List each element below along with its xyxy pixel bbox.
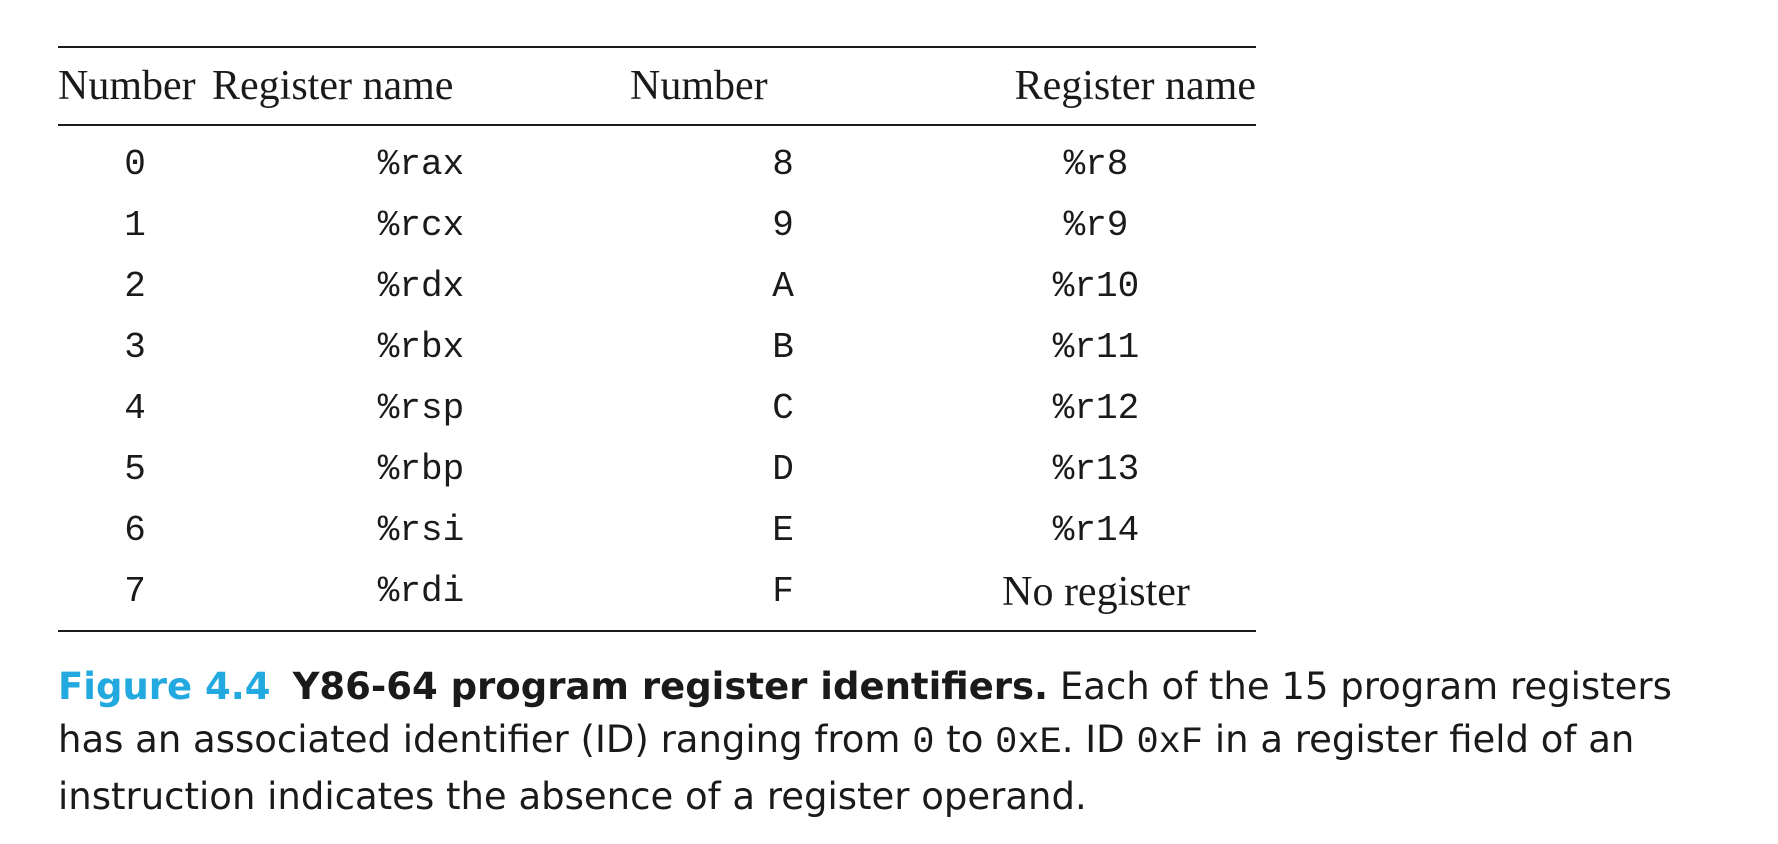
cell-register: %r12 bbox=[1052, 388, 1140, 429]
cell-register: %r14 bbox=[1052, 510, 1140, 551]
cell-register: %r10 bbox=[1052, 266, 1140, 307]
cell-number: F bbox=[772, 571, 794, 612]
table-row: 7 %rdi F No register bbox=[58, 561, 1256, 631]
caption-code: 0 bbox=[912, 722, 935, 764]
figure-title: Y86-64 program register identifiers. bbox=[292, 665, 1049, 708]
table-row: 4 %rsp C %r12 bbox=[58, 378, 1256, 439]
table-row: 6 %rsi E %r14 bbox=[58, 500, 1256, 561]
cell-number: 5 bbox=[124, 449, 146, 490]
header-register-name-right: Register name bbox=[1014, 63, 1256, 109]
cell-number: E bbox=[772, 510, 794, 551]
cell-number: 6 bbox=[124, 510, 146, 551]
figure-label: Figure 4.4 bbox=[58, 665, 271, 708]
header-number-left: Number bbox=[58, 63, 196, 109]
table-header: Number Register name Number Register nam… bbox=[58, 47, 1256, 125]
cell-number: 8 bbox=[772, 144, 794, 185]
cell-number: C bbox=[772, 388, 794, 429]
cell-number: 0 bbox=[124, 144, 146, 185]
register-table: Number Register name Number Register nam… bbox=[58, 46, 1256, 632]
table-row: 2 %rdx A %r10 bbox=[58, 256, 1256, 317]
cell-number: 7 bbox=[124, 571, 146, 612]
table-header-row: Number Register name Number Register nam… bbox=[58, 47, 1256, 125]
cell-register: %rsp bbox=[377, 388, 465, 429]
cell-register: %rsi bbox=[377, 510, 465, 551]
cell-number: 3 bbox=[124, 327, 146, 368]
cell-register: %r8 bbox=[1063, 144, 1129, 185]
table-row: 5 %rbp D %r13 bbox=[58, 439, 1256, 500]
cell-register: %rbp bbox=[377, 449, 465, 490]
cell-register: %rdi bbox=[377, 571, 465, 612]
register-table-container: Number Register name Number Register nam… bbox=[58, 46, 1256, 632]
cell-register: %r9 bbox=[1063, 205, 1129, 246]
cell-register: %rbx bbox=[377, 327, 465, 368]
cell-number: D bbox=[772, 449, 794, 490]
caption-text: to bbox=[934, 718, 996, 761]
header-register-name-left: Register name bbox=[212, 63, 454, 109]
cell-number: 1 bbox=[124, 205, 146, 246]
cell-register: %r13 bbox=[1052, 449, 1140, 490]
cell-number: 4 bbox=[124, 388, 146, 429]
cell-register: %rax bbox=[377, 144, 465, 185]
cell-number: 2 bbox=[124, 266, 146, 307]
cell-number: B bbox=[772, 327, 794, 368]
cell-number: A bbox=[772, 266, 794, 307]
header-number-right: Number bbox=[630, 63, 768, 109]
cell-number: 9 bbox=[772, 205, 794, 246]
caption-code: 0xF bbox=[1136, 722, 1204, 764]
caption-code: 0xE bbox=[995, 722, 1062, 764]
caption-text: . ID bbox=[1061, 718, 1137, 761]
table-body: 0 %rax 8 %r8 1 %rcx 9 %r9 2 %rdx A %r10 … bbox=[58, 125, 1256, 631]
cell-register-none: No register bbox=[1002, 568, 1190, 615]
cell-register: %rcx bbox=[377, 205, 465, 246]
cell-register: %r11 bbox=[1052, 327, 1140, 368]
cell-register: %rdx bbox=[377, 266, 465, 307]
table-row: 3 %rbx B %r11 bbox=[58, 317, 1256, 378]
figure-caption: Figure 4.4 Y86-64 program register identi… bbox=[58, 660, 1718, 823]
table-row: 0 %rax 8 %r8 bbox=[58, 125, 1256, 195]
table-row: 1 %rcx 9 %r9 bbox=[58, 195, 1256, 256]
